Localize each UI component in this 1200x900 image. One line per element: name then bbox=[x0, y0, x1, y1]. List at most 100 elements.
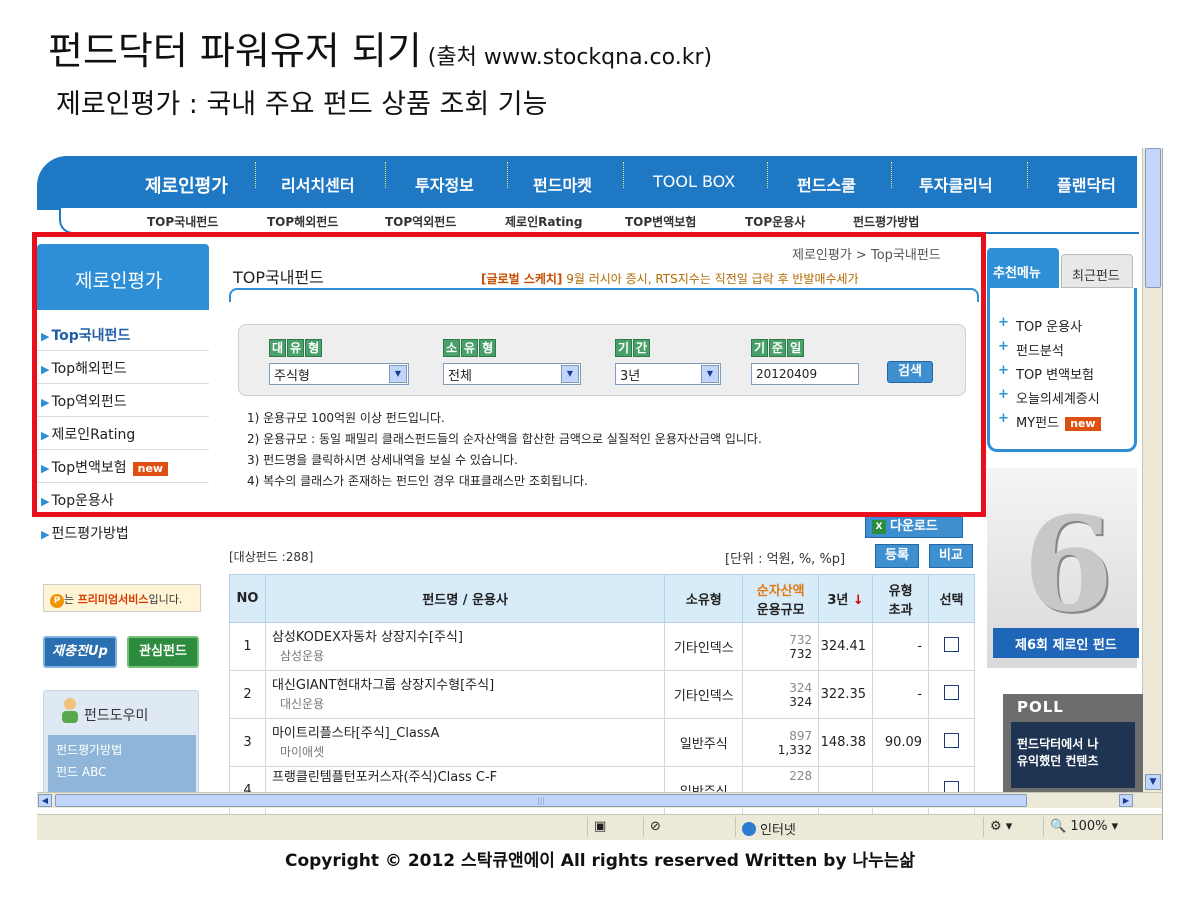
row-select bbox=[928, 622, 975, 671]
premium-prefix: 는 bbox=[64, 593, 78, 606]
rec-item-top-variable[interactable]: + TOP 변액보험 bbox=[998, 363, 1094, 383]
gnb-item-info[interactable]: 투자정보 bbox=[415, 172, 474, 196]
gnb-item-clinic[interactable]: 투자클리닉 bbox=[919, 172, 993, 196]
plus-icon: + bbox=[998, 411, 1009, 426]
gnb-item-school[interactable]: 펀드스쿨 bbox=[797, 172, 856, 196]
award-number: 6 bbox=[1023, 488, 1114, 641]
lnb-item-top-domestic[interactable]: TOP국내펀드 bbox=[147, 213, 218, 230]
nav-value: 732 bbox=[789, 632, 813, 647]
slide-title-text: 펀드닥터 파워유저 되기 bbox=[48, 29, 422, 73]
col-type: 소유형 bbox=[664, 574, 744, 623]
rec-item-label: MY펀드 bbox=[1016, 416, 1060, 431]
gnb-divider bbox=[623, 162, 624, 188]
vertical-scrollbar[interactable]: ▼ bbox=[1142, 148, 1162, 792]
col-name: 펀드명 / 운용사 bbox=[264, 574, 666, 623]
fund-name-link[interactable]: 프랭클린템플턴포커스자(주식)Class C-F bbox=[266, 769, 664, 787]
rec-item-top-managers[interactable]: + TOP 운용사 bbox=[998, 315, 1082, 335]
scroll-left-arrow-icon[interactable]: ◀ bbox=[38, 794, 52, 807]
nav-value: 324 bbox=[789, 680, 813, 695]
gnb-item-research[interactable]: 리서치센터 bbox=[281, 172, 355, 196]
gnb-divider bbox=[385, 162, 386, 188]
award-ribbon-text: 제6회 제로인 펀드 bbox=[993, 628, 1139, 658]
row-excess: - bbox=[872, 670, 930, 719]
recharge-button[interactable]: 재충전Up bbox=[43, 636, 117, 668]
fund-manager: 마이애셋 bbox=[279, 745, 325, 759]
col-period[interactable]: 3년 ↓ bbox=[818, 574, 874, 623]
row-select bbox=[928, 718, 975, 767]
helper-link-fund-abc[interactable]: 펀드 ABC bbox=[56, 761, 188, 783]
lnb-item-top-overseas[interactable]: TOP해외펀드 bbox=[267, 213, 338, 230]
rec-item-my-fund[interactable]: + MY펀드 new bbox=[998, 411, 1101, 431]
zoom-icon: 🔍 bbox=[1050, 819, 1067, 834]
row-excess: - bbox=[872, 622, 930, 671]
gnb-item-plandoctor[interactable]: 플랜닥터 bbox=[1057, 172, 1116, 196]
copyright: Copyright © 2012 스탁큐앤에이 All rights reser… bbox=[284, 851, 916, 871]
scroll-down-arrow-icon[interactable]: ▼ bbox=[1145, 774, 1161, 790]
award-banner[interactable]: 6 제6회 제로인 펀드 bbox=[987, 468, 1139, 668]
helper-title: 펀드도우미 bbox=[84, 708, 149, 724]
register-button[interactable]: 등록 bbox=[875, 544, 919, 568]
scroll-right-arrow-icon[interactable]: ▶ bbox=[1119, 794, 1133, 807]
rec-item-label: TOP 변액보험 bbox=[1016, 368, 1094, 383]
tab-recent-funds[interactable]: 최근펀드 bbox=[1061, 254, 1133, 288]
gnb-divider bbox=[255, 162, 256, 188]
lnb-item-variable-insurance[interactable]: TOP변액보험 bbox=[625, 213, 696, 230]
gnb-item-zeroin[interactable]: 제로인평가 bbox=[145, 172, 228, 198]
lnb-item-rating[interactable]: 제로인Rating bbox=[505, 213, 582, 230]
lnb-item-top-managers[interactable]: TOP운용사 bbox=[745, 213, 805, 230]
plus-icon: + bbox=[998, 363, 1009, 378]
status-zoom[interactable]: 🔍 100% ▾ bbox=[1043, 817, 1143, 837]
col-nav: 순자산액 운용규모 bbox=[742, 574, 820, 623]
row-nav: 732 732 bbox=[742, 622, 820, 671]
helper-link-eval-method[interactable]: 펀드평가방법 bbox=[56, 739, 188, 761]
aum-value: 324 bbox=[789, 694, 813, 709]
select-checkbox[interactable] bbox=[944, 733, 960, 748]
fund-manager: 대신운용 bbox=[279, 697, 325, 711]
global-nav: 제로인평가 리서치센터 투자정보 펀드마켓 TOOL BOX 펀드스쿨 투자클리… bbox=[37, 156, 1137, 210]
select-checkbox[interactable] bbox=[944, 637, 960, 652]
favorite-funds-button[interactable]: 관심펀드 bbox=[127, 636, 199, 668]
sidebar-item-eval-method[interactable]: ▶ 펀드평가방법 bbox=[37, 516, 209, 549]
rec-item-world-market[interactable]: + 오늘의세계증시 bbox=[998, 387, 1100, 407]
compare-button[interactable]: 비교 bbox=[929, 544, 973, 568]
gnb-item-toolbox[interactable]: TOOL BOX bbox=[653, 172, 735, 191]
row-return: 148.38 bbox=[818, 718, 874, 767]
lnb-item-eval-method[interactable]: 펀드평가방법 bbox=[853, 213, 919, 230]
fund-name-link[interactable]: 삼성KODEX자동차 상장지수[주식] bbox=[266, 629, 664, 647]
helper-links: 펀드평가방법 펀드 ABC bbox=[48, 735, 196, 797]
fund-helper-box: 펀드도우미 펀드평가방법 펀드 ABC bbox=[43, 690, 199, 800]
status-zone: 인터넷 bbox=[735, 817, 975, 838]
row-nav: 324 324 bbox=[742, 670, 820, 719]
table-row: 2 대신GIANT현대차그룹 상장지수형[주식] 대신운용 기타인덱스 324 32… bbox=[229, 670, 975, 719]
premium-p-icon: P bbox=[50, 594, 64, 608]
gnb-item-market[interactable]: 펀드마켓 bbox=[533, 172, 592, 196]
horizontal-scrollbar[interactable]: ◀ ||| ▶ bbox=[37, 792, 1162, 808]
status-protect-icon[interactable]: ⚙ ▾ bbox=[983, 817, 1037, 837]
row-fund-cell[interactable]: 대신GIANT현대차그룹 상장지수형[주식] 대신운용 bbox=[264, 670, 666, 719]
fund-table: NO 펀드명 / 운용사 소유형 순자산액 운용규모 3년 ↓ 유형 초과 선택 1… bbox=[229, 574, 975, 815]
row-fund-cell[interactable]: 삼성KODEX자동차 상장지수[주식] 삼성운용 bbox=[264, 622, 666, 671]
globe-icon bbox=[742, 822, 756, 836]
premium-service-banner[interactable]: P는 프리미엄서비스입니다. bbox=[43, 584, 201, 612]
slide-title: 펀드닥터 파워유저 되기 (출처 www.stockqna.co.kr) bbox=[48, 20, 712, 75]
plus-icon: + bbox=[998, 339, 1009, 354]
tab-recommend[interactable]: 추천메뉴 bbox=[987, 248, 1059, 288]
rec-item-fund-analysis[interactable]: + 펀드분석 bbox=[998, 339, 1064, 359]
poll-title: POLL bbox=[1017, 698, 1064, 716]
lnb-item-top-offshore[interactable]: TOP역외펀드 bbox=[385, 213, 456, 230]
select-checkbox[interactable] bbox=[944, 685, 960, 700]
hscroll-thumb[interactable]: ||| bbox=[55, 794, 1027, 807]
col-period-label: 3년 bbox=[827, 593, 849, 608]
row-fund-cell[interactable]: 마이트리플스타[주식]_ClassA 마이애셋 bbox=[264, 718, 666, 767]
col-nav-bottom: 운용규모 bbox=[756, 602, 805, 618]
download-button[interactable]: X 다운로드 bbox=[865, 516, 963, 538]
row-no: 2 bbox=[229, 670, 266, 719]
col-excess: 유형 초과 bbox=[872, 574, 930, 623]
local-nav: TOP국내펀드 TOP해외펀드 TOP역외펀드 제로인Rating TOP변액보… bbox=[59, 208, 1139, 234]
scroll-thumb[interactable] bbox=[1145, 148, 1161, 288]
fund-name-link[interactable]: 대신GIANT현대차그룹 상장지수형[주식] bbox=[266, 677, 664, 695]
fund-name-link[interactable]: 마이트리플스타[주식]_ClassA bbox=[266, 725, 664, 743]
poll-box[interactable]: POLL 펀드닥터에서 나 유익했던 컨텐츠 bbox=[1003, 694, 1143, 792]
row-type: 기타인덱스 bbox=[664, 622, 744, 671]
row-type: 일반주식 bbox=[664, 718, 744, 767]
